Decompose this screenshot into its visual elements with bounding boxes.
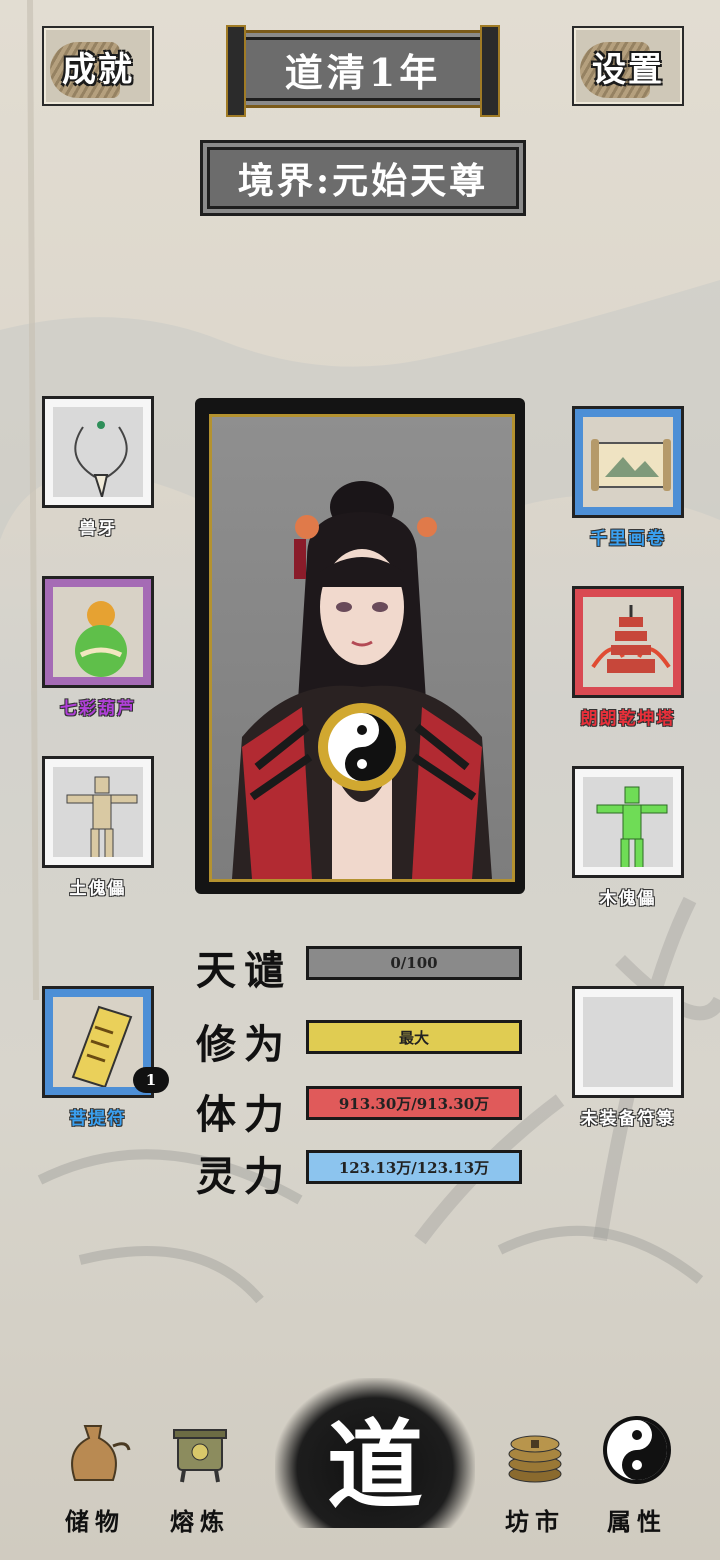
slot-name: 七彩葫芦: [60, 699, 136, 719]
bar-value: 913.30万/913.30万: [338, 1094, 490, 1113]
fang-necklace-icon: [74, 421, 128, 497]
settings-label: 设置: [592, 49, 664, 90]
nav-label: 熔炼: [170, 1507, 230, 1536]
achievements-button[interactable]: 成就: [42, 26, 154, 106]
stat-label-heavenly-punishment: 天谴: [196, 947, 292, 994]
coins-icon: [495, 1410, 575, 1490]
bar-value: 123.13万/123.13万: [338, 1158, 490, 1177]
talisman-icon: [71, 1005, 133, 1087]
cauldron-icon: [160, 1410, 240, 1490]
slot-name: 菩提符: [69, 1109, 127, 1129]
achievements-label: 成就: [62, 49, 134, 90]
stat-label-spirit: 灵力: [196, 1153, 292, 1200]
settings-button[interactable]: 设置: [572, 26, 684, 106]
character-illustration: [232, 481, 492, 879]
nav-label: 坊市: [505, 1507, 565, 1536]
nav-storage[interactable]: 储物: [40, 1410, 150, 1537]
yin-yang-icon: [597, 1410, 677, 1490]
slot-name: 朗朗乾坤塔: [580, 709, 676, 729]
year-plaque: 道清1年: [226, 25, 500, 117]
slot-name: 土傀儡: [69, 879, 127, 899]
equip-slot-pagoda[interactable]: 朗朗乾坤塔: [568, 586, 688, 729]
pouch-icon: [55, 1410, 135, 1490]
equip-slot-earth-puppet[interactable]: 土傀儡: [38, 756, 158, 899]
heavenly-punishment-bar: 0/100: [306, 946, 522, 980]
spirit-bar: 123.13万/123.13万: [306, 1150, 522, 1184]
nav-label: 属性: [607, 1507, 667, 1536]
pagoda-icon: [591, 605, 671, 673]
equip-slot-gourd[interactable]: 七彩葫芦: [38, 576, 158, 719]
nav-market[interactable]: 坊市: [480, 1410, 590, 1537]
equip-slot-wood-puppet[interactable]: 木傀儡: [568, 766, 688, 909]
realm-plaque: 境界:元始天尊: [200, 140, 526, 216]
stamina-bar: 913.30万/913.30万: [306, 1086, 522, 1120]
slot-name: 兽牙: [79, 519, 117, 539]
earth-puppet-icon: [66, 776, 138, 857]
cultivation-bar: 最大: [306, 1020, 522, 1054]
wood-puppet-icon: [596, 786, 668, 867]
nav-smelt[interactable]: 熔炼: [145, 1410, 255, 1537]
character-portrait: [209, 414, 515, 882]
slot-name: 千里画卷: [590, 529, 666, 549]
bar-value: 0/100: [390, 954, 438, 972]
item-count-badge: 1: [133, 1067, 169, 1093]
equip-slot-painting-scroll[interactable]: 千里画卷: [568, 406, 688, 549]
nav-label: 储物: [65, 1507, 125, 1536]
slot-name: 未装备符箓: [580, 1109, 676, 1129]
nav-attributes[interactable]: 属性: [582, 1410, 692, 1537]
scroll-painting-icon: [591, 439, 671, 491]
equip-slot-empty-talisman[interactable]: 未装备符箓: [568, 986, 688, 1129]
slot-name: 木傀儡: [599, 889, 657, 909]
bar-value: 最大: [398, 1028, 429, 1047]
equip-slot-beast-fang[interactable]: 兽牙: [38, 396, 158, 539]
dao-character: 道: [327, 1409, 423, 1522]
character-portrait-frame: [195, 398, 525, 894]
gourd-icon: [75, 601, 127, 677]
stat-label-cultivation: 修为: [196, 1021, 292, 1068]
stat-label-stamina: 体力: [196, 1091, 292, 1138]
nav-dao-button[interactable]: 道: [275, 1378, 475, 1528]
equip-slot-talisman[interactable]: 1 菩提符: [38, 986, 169, 1129]
